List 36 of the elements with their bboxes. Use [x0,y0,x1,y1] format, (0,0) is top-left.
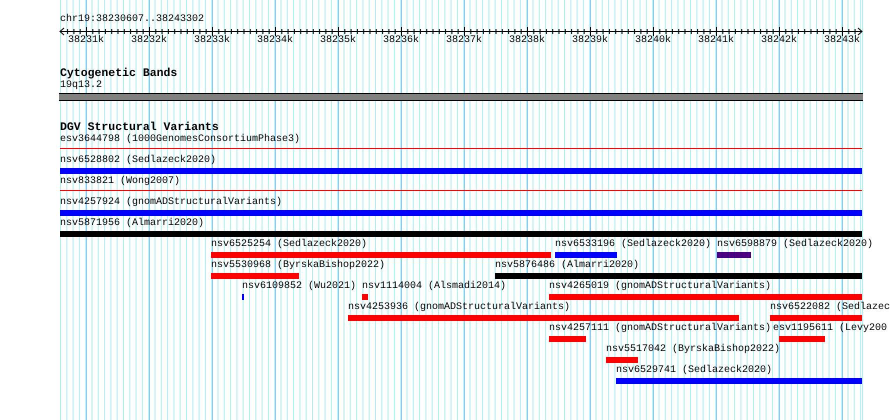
variant-label: nsv4257924 (gnomADStructuralVariants) [60,197,282,209]
variant-label: nsv6528802 (Sedlazeck2020) [60,155,216,167]
variant-label: nsv5530968 (ByrskaBishop2022) [211,260,386,272]
track-title: Cytogenetic Bands [60,67,178,80]
tick-label: 38237k [444,35,483,47]
tick-label: 38243k [822,35,861,47]
tick-label: 38238k [508,35,546,47]
variant-label: nsv4257111 (gnomADStructuralVariants) [549,323,772,335]
variant-label: nsv6533196 (Sedlazeck2020) [555,239,712,251]
variant-label: nsv5517042 (ByrskaBishop2022) [606,344,780,356]
tick-label: 38240k [634,35,672,47]
track-title: DGV Structural Variants [60,121,219,134]
tick-label: 38239k [570,35,609,47]
variant-label: nsv6525254 (Sedlazeck2020) [211,239,368,251]
variant-label: nsv1114004 (Alsmadi2014) [362,281,506,293]
location-label: chr19:38230607..38243302 [60,14,204,26]
tick-label: 38235k [318,35,357,47]
variant-label: nsv4253936 (gnomADStructuralVariants) [348,302,570,314]
variant-label: nsv833821 (Wong2007) [60,176,180,188]
tick-label: 38234k [256,35,294,47]
tick-label: 38233k [192,35,231,47]
variant-label: nsv5876486 (Almarri2020) [495,260,640,272]
variant-label: nsv6598879 (Sedlazeck2020) [717,239,874,251]
tick-label: 38242k [760,35,798,47]
variant-label: nsv4265019 (gnomADStructuralVariants) [549,281,772,293]
variant-label: nsv6529741 (Sedlazeck2020) [616,365,772,377]
variant-label: esv3644798 (1000GenomesConsortiumPhase3) [60,134,300,146]
variant-label: esv1195611 (Levy200 [773,323,888,335]
variant-label: nsv6522082 (Sedlazec [770,302,890,314]
variant-label: nsv5871956 (Almarri2020) [60,218,204,230]
tick-label: 38232k [130,35,168,47]
variant-label: nsv6109852 (Wu2021) [242,281,356,293]
band-label: 19q13.2 [60,80,102,92]
tick-label: 38241k [696,35,735,47]
tick-label: 38231k [66,35,105,47]
tick-label: 38236k [382,35,420,47]
